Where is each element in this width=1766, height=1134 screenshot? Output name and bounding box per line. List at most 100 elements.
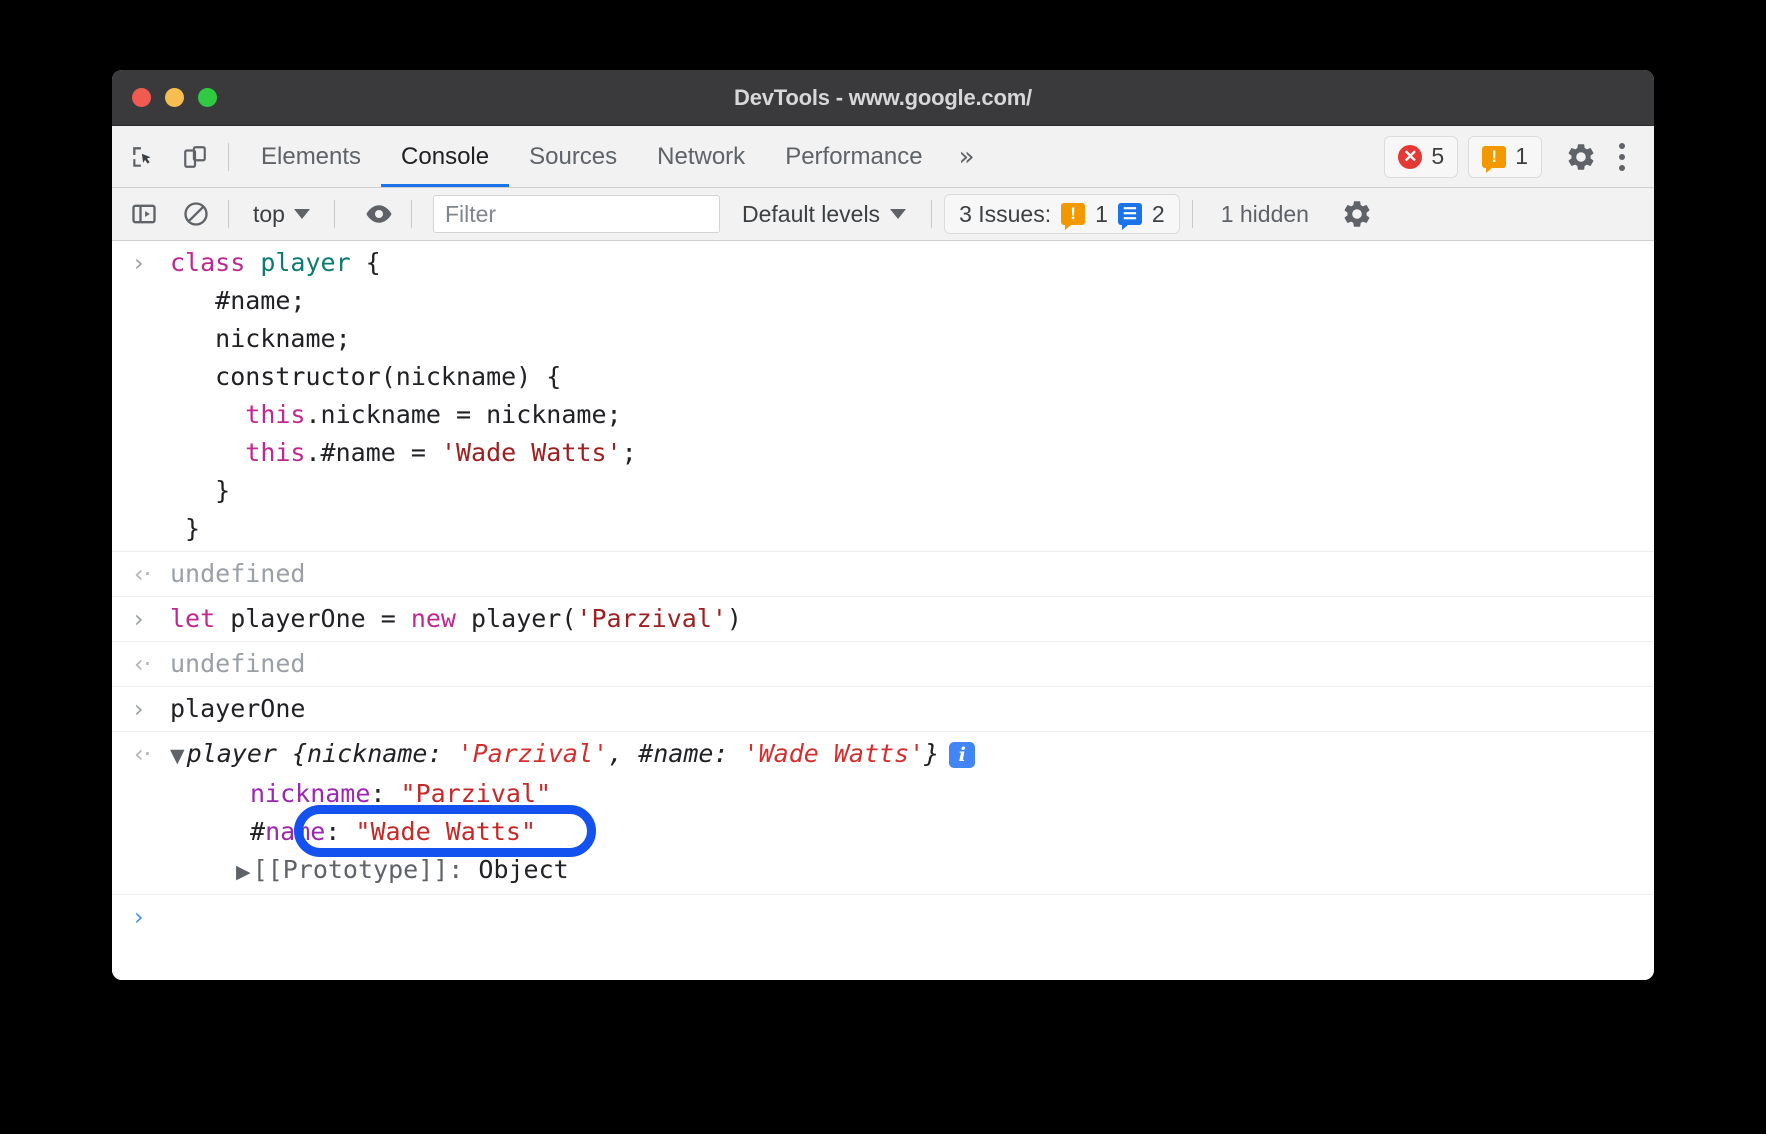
console-entry-input[interactable]: › class player { #name; nickname; constr… — [112, 241, 1654, 552]
more-tabs-icon[interactable]: » — [943, 142, 991, 172]
code-line: this.nickname = nickname; — [170, 396, 622, 434]
console-toolbar-divider-1 — [228, 200, 229, 228]
gear-icon[interactable] — [1560, 136, 1602, 178]
preview-value-2: 'Wade Watts' — [744, 739, 925, 768]
output-return-icon: ‹· — [134, 645, 170, 683]
output-value: undefined — [170, 555, 305, 593]
console-toolbar: top Default levels 3 Issues: ! 1 ☰ 2 1 h… — [112, 188, 1654, 241]
object-class-name: player — [187, 739, 277, 768]
object-preview[interactable]: ▼player {nickname: 'Parzival', #name: 'W… — [170, 735, 975, 775]
toolbar-divider — [228, 143, 229, 171]
device-toolbar-icon[interactable] — [174, 136, 216, 178]
preview-open: { — [277, 739, 307, 768]
warning-count-label: 1 — [1515, 143, 1528, 170]
clear-console-icon[interactable] — [176, 196, 216, 232]
tab-network[interactable]: Network — [637, 126, 765, 187]
console-toolbar-divider-5 — [1192, 200, 1193, 228]
tab-console[interactable]: Console — [381, 126, 509, 187]
live-expression-eye-icon[interactable] — [359, 196, 399, 232]
close-window-button[interactable] — [132, 88, 151, 107]
console-sidebar-icon[interactable] — [124, 196, 164, 232]
console-line: constructor(nickname) { — [112, 358, 1654, 396]
prompt-caret-icon: › — [134, 898, 170, 936]
chevron-down-icon — [294, 209, 310, 219]
maximize-window-button[interactable] — [198, 88, 217, 107]
minimize-window-button[interactable] — [165, 88, 184, 107]
chevron-down-icon — [890, 209, 906, 219]
input-prompt-icon: › — [134, 690, 170, 728]
console-entry-input[interactable]: › playerOne — [112, 687, 1654, 732]
issues-button[interactable]: 3 Issues: ! 1 ☰ 2 — [944, 194, 1180, 234]
code-line: class player { — [170, 244, 381, 282]
error-count-button[interactable]: ✕ 5 — [1384, 136, 1458, 178]
console-line: this.nickname = nickname; — [112, 396, 1654, 434]
console-line: › — [112, 898, 1654, 936]
console-line: this.#name = 'Wade Watts'; — [112, 434, 1654, 472]
console-toolbar-divider-3 — [411, 200, 412, 228]
warning-icon: ! — [1482, 146, 1506, 168]
warning-count-button[interactable]: ! 1 — [1468, 136, 1542, 178]
console-line: nickname; — [112, 320, 1654, 358]
property-prefix: # — [250, 817, 265, 846]
info-badge-icon[interactable]: i — [949, 742, 975, 768]
console-line: #name; — [112, 282, 1654, 320]
output-return-icon: ‹· — [134, 735, 170, 773]
input-prompt-icon: › — [134, 244, 170, 282]
tab-sources[interactable]: Sources — [509, 126, 637, 187]
filter-input[interactable] — [433, 195, 720, 233]
devtools-tabbar: Elements Console Sources Network Perform… — [112, 126, 1654, 188]
property-value: "Wade Watts" — [355, 817, 536, 846]
console-message-list[interactable]: › class player { #name; nickname; constr… — [112, 241, 1654, 980]
console-entry-object-output[interactable]: ‹· ▼player {nickname: 'Parzival', #name:… — [112, 732, 1654, 895]
console-line: ‹· undefined — [112, 555, 1654, 593]
prototype-key: [[Prototype]]: — [253, 855, 479, 884]
prototype-row[interactable]: ▶[[Prototype]]: Object — [170, 851, 569, 891]
console-line: nickname: "Parzival" — [112, 775, 1654, 813]
property-separator: : — [370, 779, 400, 808]
tab-performance[interactable]: Performance — [765, 126, 942, 187]
object-property-row[interactable]: nickname: "Parzival" — [170, 775, 551, 813]
console-line: ‹· ▼player {nickname: 'Parzival', #name:… — [112, 735, 1654, 775]
console-line: ‹· undefined — [112, 645, 1654, 683]
console-line: } — [112, 472, 1654, 510]
execution-context-selector[interactable]: top — [241, 196, 322, 232]
tab-elements[interactable]: Elements — [241, 126, 381, 187]
console-line: #name: "Wade Watts" — [112, 813, 1654, 851]
code-line: this.#name = 'Wade Watts'; — [170, 434, 637, 472]
console-line: › class player { — [112, 244, 1654, 282]
code-line: playerOne — [170, 690, 305, 728]
code-line: let playerOne = new player('Parzival') — [170, 600, 742, 638]
window-title: DevTools - www.google.com/ — [112, 85, 1654, 111]
property-separator: : — [325, 817, 355, 846]
preview-key-2: #name: — [638, 739, 743, 768]
console-line: › let playerOne = new player('Parzival') — [112, 600, 1654, 638]
property-key: nickname — [250, 779, 370, 808]
object-property-row-private[interactable]: #name: "Wade Watts" — [170, 813, 536, 851]
console-entry-input[interactable]: › let playerOne = new player('Parzival') — [112, 597, 1654, 642]
prototype-disclosure-triangle-icon[interactable]: ▶ — [236, 861, 251, 883]
property-value: "Parzival" — [401, 779, 552, 808]
execution-context-label: top — [253, 201, 285, 228]
log-levels-label: Default levels — [742, 201, 880, 228]
console-toolbar-divider-4 — [931, 200, 932, 228]
inspect-element-icon[interactable] — [122, 136, 164, 178]
console-entry-output: ‹· undefined — [112, 642, 1654, 687]
hidden-messages-label: 1 hidden — [1205, 201, 1325, 228]
output-return-icon: ‹· — [134, 555, 170, 593]
console-line: › playerOne — [112, 690, 1654, 728]
kebab-menu-icon[interactable] — [1602, 137, 1642, 177]
preview-separator: , — [608, 739, 638, 768]
issues-warning-icon: ! — [1061, 203, 1085, 225]
disclosure-triangle-icon[interactable]: ▼ — [170, 745, 185, 767]
error-count-label: 5 — [1431, 143, 1444, 170]
preview-close: } — [924, 739, 939, 768]
console-toolbar-divider-2 — [334, 200, 335, 228]
console-entry-output: ‹· undefined — [112, 552, 1654, 597]
console-prompt-row[interactable]: › — [112, 895, 1654, 939]
traffic-light-buttons — [132, 88, 217, 107]
code-line: nickname; — [170, 320, 351, 358]
console-settings-gear-icon[interactable] — [1337, 196, 1377, 232]
preview-value-1: 'Parzival' — [458, 739, 609, 768]
issues-label: 3 Issues: — [959, 201, 1051, 228]
log-levels-selector[interactable]: Default levels — [729, 196, 919, 232]
